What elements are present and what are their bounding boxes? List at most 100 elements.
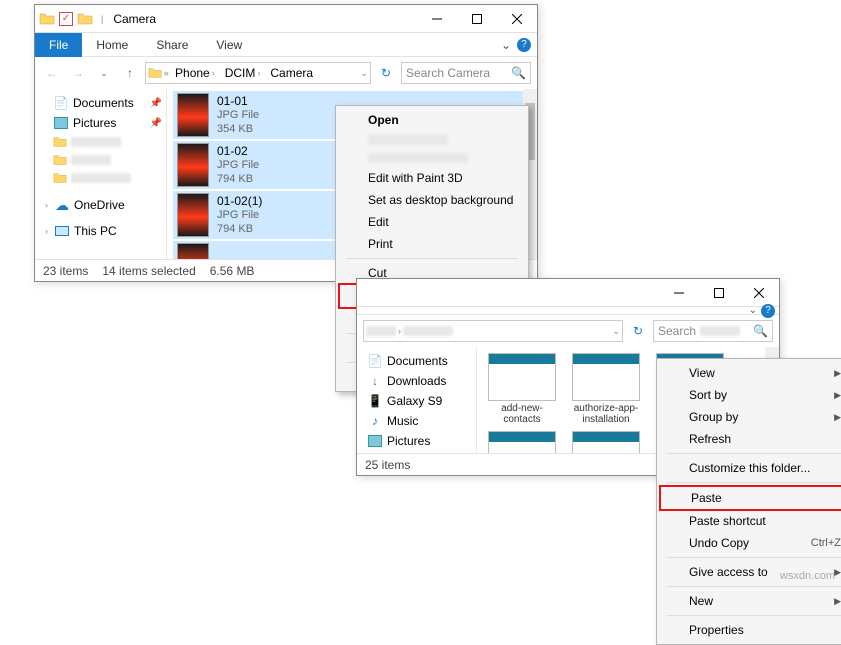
refresh-button[interactable]: ↻ <box>375 66 397 80</box>
breadcrumb-overflow[interactable]: « <box>164 68 169 78</box>
thumbnail <box>177 193 209 237</box>
close-button[interactable] <box>497 5 537 33</box>
ctx-view[interactable]: View▶ <box>659 362 841 384</box>
address-bar[interactable]: « Phone› DCIM› Camera ⌄ <box>145 62 371 84</box>
minimize-button[interactable] <box>417 5 457 33</box>
status-item-count: 23 items <box>43 264 88 278</box>
titlebar[interactable]: ✓ | Camera <box>35 5 537 33</box>
forward-button[interactable]: → <box>67 62 89 84</box>
address-dropdown[interactable]: ⌄ <box>612 326 620 337</box>
nav-thispc[interactable]: ›This PC <box>35 221 166 241</box>
separator <box>667 453 841 454</box>
ctx-sortby[interactable]: Sort by▶ <box>659 384 841 406</box>
back-button[interactable]: ← <box>41 62 63 84</box>
context-menu-folder: View▶ Sort by▶ Group by▶ Refresh Customi… <box>656 358 841 645</box>
search-box[interactable]: Search 🔍 <box>653 320 773 342</box>
file-name: 01-01 <box>217 94 259 109</box>
address-dropdown[interactable]: ⌄ <box>360 68 368 79</box>
pin-icon: 📌 <box>150 118 162 129</box>
ribbon-expand-button[interactable]: ⌄ <box>495 38 517 52</box>
separator <box>667 482 841 483</box>
grid-item[interactable]: add-new-contacts <box>483 353 561 425</box>
search-box[interactable]: Search Camera 🔍 <box>401 62 531 84</box>
nav-documents[interactable]: 📄Documents <box>357 351 476 371</box>
window-title: Camera <box>107 12 417 26</box>
nav-videos[interactable]: Videos <box>357 451 476 453</box>
file-tab[interactable]: File <box>35 33 82 57</box>
search-placeholder: Search Camera <box>406 66 490 80</box>
ctx-properties[interactable]: Properties <box>659 619 841 641</box>
grid-item[interactable]: authorize-app-installation <box>567 353 645 425</box>
nav-blurred[interactable] <box>35 133 166 151</box>
nav-pictures[interactable]: Pictures <box>357 431 476 451</box>
nav-galaxys9[interactable]: 📱Galaxy S9 <box>357 391 476 411</box>
minimize-button[interactable] <box>659 279 699 307</box>
ctx-customize[interactable]: Customize this folder... <box>659 457 841 479</box>
phone-icon: 📱 <box>367 393 383 409</box>
ctx-blurred[interactable] <box>338 131 526 149</box>
shortcut-label: Ctrl+Z <box>811 537 841 549</box>
search-placeholder: Search <box>658 324 696 338</box>
file-type: JPG File <box>217 109 259 123</box>
ctx-paint3d[interactable]: Edit with Paint 3D <box>338 167 526 189</box>
ctx-print[interactable]: Print <box>338 233 526 255</box>
thumbnail <box>177 143 209 187</box>
nav-toolbar: › ⌄ ↻ Search 🔍 <box>357 315 779 347</box>
nav-downloads[interactable]: ↓Downloads <box>357 371 476 391</box>
ctx-paste[interactable]: Paste <box>659 485 841 511</box>
ribbon-minimized: ⌄ ? <box>357 307 779 315</box>
grid-item[interactable] <box>483 431 561 453</box>
onedrive-icon: ☁ <box>54 197 70 213</box>
file-size: 354 KB <box>217 123 259 137</box>
nav-pictures[interactable]: Pictures📌 <box>35 113 166 133</box>
breadcrumb-camera[interactable]: Camera <box>266 66 317 80</box>
separator <box>667 586 841 587</box>
breadcrumb-dcim[interactable]: DCIM› <box>221 66 265 80</box>
grid-item[interactable] <box>567 431 645 453</box>
nav-documents[interactable]: 📄Documents📌 <box>35 93 166 113</box>
thumbnail <box>488 431 556 453</box>
maximize-button[interactable] <box>457 5 497 33</box>
search-icon: 🔍 <box>511 66 526 80</box>
up-button[interactable]: ↑ <box>119 62 141 84</box>
ctx-new[interactable]: New▶ <box>659 590 841 612</box>
ctx-edit[interactable]: Edit <box>338 211 526 233</box>
nav-blurred[interactable] <box>35 169 166 187</box>
home-tab[interactable]: Home <box>82 34 142 56</box>
view-tab[interactable]: View <box>202 34 256 56</box>
navigation-pane[interactable]: 📄Documents ↓Downloads 📱Galaxy S9 ♪Music … <box>357 347 477 453</box>
close-button[interactable] <box>739 279 779 307</box>
ctx-groupby[interactable]: Group by▶ <box>659 406 841 428</box>
maximize-button[interactable] <box>699 279 739 307</box>
ctx-blurred[interactable] <box>338 149 526 167</box>
ribbon: File Home Share View ⌄ ? <box>35 33 537 57</box>
nav-blurred[interactable] <box>35 151 166 169</box>
ctx-undo[interactable]: Undo CopyCtrl+Z <box>659 532 841 554</box>
separator <box>667 557 841 558</box>
refresh-button[interactable]: ↻ <box>627 324 649 338</box>
ribbon-expand-button[interactable]: ⌄ <box>749 305 757 316</box>
pin-icon: 📌 <box>150 98 162 109</box>
share-tab[interactable]: Share <box>142 34 202 56</box>
recent-locations-button[interactable]: ⌄ <box>93 62 115 84</box>
nav-music[interactable]: ♪Music <box>357 411 476 431</box>
breadcrumb-phone[interactable]: Phone› <box>171 66 219 80</box>
chevron-icon: › <box>45 200 48 210</box>
chevron-separator: | <box>97 14 107 24</box>
ctx-open[interactable]: Open <box>338 109 526 131</box>
watermark: wsxdn.com <box>780 570 835 582</box>
ctx-set-background[interactable]: Set as desktop background <box>338 189 526 211</box>
help-button[interactable]: ? <box>761 304 775 318</box>
thumbnail <box>488 353 556 401</box>
thumbnail <box>572 431 640 453</box>
navigation-pane[interactable]: 📄Documents📌 Pictures📌 ›☁OneDrive ›This P… <box>35 89 167 259</box>
separator <box>346 258 518 259</box>
help-button[interactable]: ? <box>517 38 531 52</box>
address-bar[interactable]: › ⌄ <box>363 320 623 342</box>
titlebar[interactable] <box>357 279 779 307</box>
thumbnail <box>177 243 209 259</box>
ctx-paste-shortcut[interactable]: Paste shortcut <box>659 510 841 532</box>
nav-onedrive[interactable]: ›☁OneDrive <box>35 195 166 215</box>
ctx-refresh[interactable]: Refresh <box>659 428 841 450</box>
grid-label: add-new-contacts <box>483 403 561 425</box>
